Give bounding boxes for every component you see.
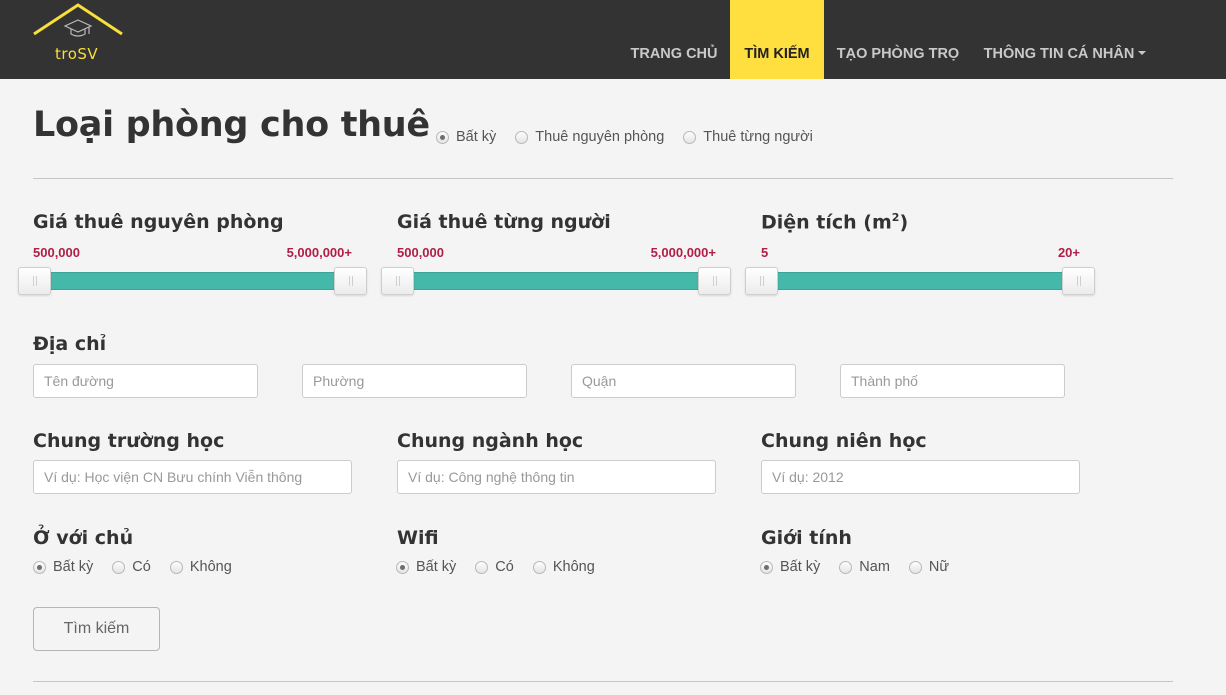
area-max-handle[interactable] [1062,267,1095,295]
navbar: troSV TRANG CHỦ TÌM KIẾM TẠO PHÒNG TRỌ T… [0,0,1226,79]
radio-label: Thuê từng người [703,129,813,145]
whole-room-price-max-handle[interactable] [334,267,367,295]
area-track[interactable] [762,272,1080,290]
radio-label: Bất kỳ [416,559,457,575]
room-type-option-whole[interactable]: Thuê nguyên phòng [515,129,664,145]
gender-radio-group: Bất kỳ Nam Nữ [760,559,968,575]
trosv-logo[interactable]: troSV [31,2,125,66]
nav-item-profile[interactable]: THÔNG TIN CÁ NHÂN [975,0,1155,79]
radio-button[interactable] [112,560,126,574]
whole-room-price-label: Giá thuê nguyên phòng [33,211,284,233]
radio-label: Không [552,559,595,575]
owner-radio-group: Bất kỳ Có Không [33,559,251,575]
radio-button[interactable] [908,560,922,574]
radio-button[interactable] [760,560,773,574]
radio-label: Nam [859,559,890,575]
divider [33,681,1173,682]
radio-label: Bất kỳ [53,559,94,575]
radio-button[interactable] [169,560,183,574]
wifi-option-any[interactable]: Bất kỳ [396,559,456,575]
district-input[interactable] [571,364,796,398]
school-input[interactable] [33,460,352,494]
radio-button[interactable] [515,130,529,144]
radio-button[interactable] [475,560,489,574]
city-input[interactable] [840,364,1065,398]
area-label: Diện tích (m2) [761,211,908,233]
divider [33,178,1173,179]
wifi-radio-group: Bất kỳ Có Không [396,559,614,575]
page-title: Loại phòng cho thuê [33,105,430,145]
wifi-label: Wifi [397,527,439,549]
owner-option-any[interactable]: Bất kỳ [33,559,93,575]
radio-label: Có [132,559,151,575]
whole-room-price-min: 500,000 [33,245,80,260]
major-input[interactable] [397,460,716,494]
radio-button[interactable] [683,130,697,144]
room-type-radio-group: Bất kỳ Thuê nguyên phòng Thuê từng người [436,129,832,145]
address-label: Địa chỉ [33,333,107,355]
radio-label: Bất kỳ [456,129,497,145]
major-label: Chung ngành học [397,430,584,452]
nav-item-home[interactable]: TRANG CHỦ [618,0,730,79]
per-person-price-label: Giá thuê từng người [397,211,611,233]
area-min: 5 [761,245,769,260]
gender-label: Giới tính [761,527,852,549]
street-input[interactable] [33,364,258,398]
whole-room-price-max: 5,000,000+ [286,245,352,260]
year-label: Chung niên học [761,430,927,452]
room-type-option-per-person[interactable]: Thuê từng người [683,129,813,145]
year-input[interactable] [761,460,1080,494]
school-label: Chung trường học [33,430,225,452]
radio-label: Bất kỳ [780,559,821,575]
nav-item-create-room[interactable]: TẠO PHÒNG TRỌ [828,0,968,79]
radio-button[interactable] [839,560,853,574]
radio-button[interactable] [532,560,546,574]
per-person-price-min: 500,000 [397,245,444,260]
radio-button[interactable] [396,560,409,574]
gender-option-male[interactable]: Nam [839,559,890,575]
area-min-handle[interactable] [745,267,778,295]
radio-button[interactable] [33,560,46,574]
owner-option-yes[interactable]: Có [112,559,151,575]
radio-label: Có [495,559,514,575]
owner-option-no[interactable]: Không [169,559,232,575]
ward-input[interactable] [302,364,527,398]
room-type-option-any[interactable]: Bất kỳ [436,129,496,145]
caret-down-icon [1138,51,1147,56]
area-label-text: Diện tích (m [761,211,892,234]
gender-option-any[interactable]: Bất kỳ [760,559,820,575]
per-person-price-max: 5,000,000+ [650,245,716,260]
whole-room-price-track[interactable] [34,272,352,290]
per-person-price-min-handle[interactable] [381,267,414,295]
owner-label: Ở với chủ [33,527,134,549]
per-person-price-max-handle[interactable] [698,267,731,295]
nav-item-search[interactable]: TÌM KIẾM [730,0,824,79]
whole-room-price-min-handle[interactable] [18,267,51,295]
search-button[interactable]: Tìm kiếm [33,607,160,651]
area-max: 20+ [1057,245,1080,260]
per-person-price-track[interactable] [398,272,716,290]
wifi-option-no[interactable]: Không [532,559,595,575]
gender-option-female[interactable]: Nữ [908,559,950,575]
radio-label: Không [189,559,232,575]
logo-text: troSV [55,45,99,63]
area-label-suffix: ) [899,211,909,234]
radio-button[interactable] [436,130,449,144]
wifi-option-yes[interactable]: Có [475,559,514,575]
radio-label: Nữ [928,559,950,575]
radio-label: Thuê nguyên phòng [535,129,665,145]
nav-item-profile-label: THÔNG TIN CÁ NHÂN [983,46,1135,62]
